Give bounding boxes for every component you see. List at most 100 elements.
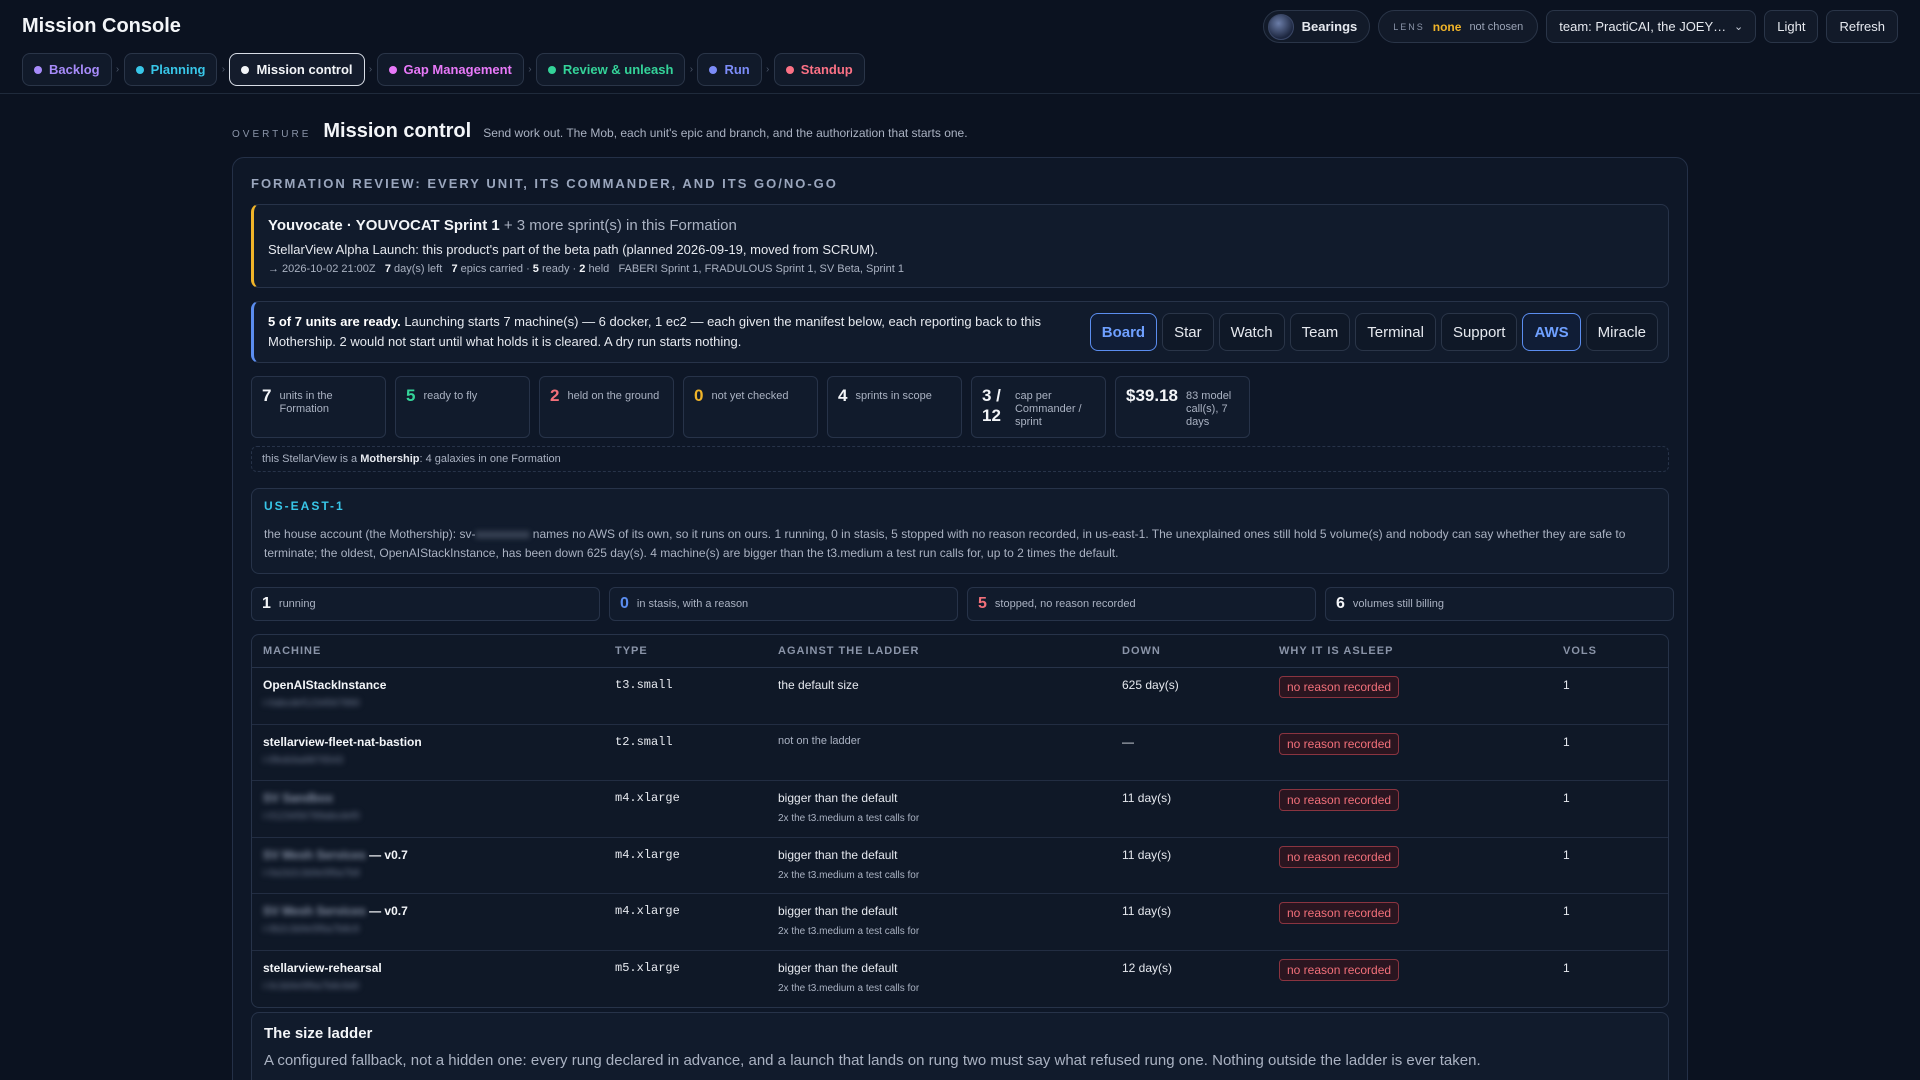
- volume-count: 1: [1563, 847, 1570, 862]
- refresh-button[interactable]: Refresh: [1826, 10, 1898, 43]
- stat-card: 4 sprints in scope: [827, 376, 962, 438]
- table-row[interactable]: SV Sandbox i-0123456789abcdef0 m4.xlarge bi…: [252, 781, 1668, 838]
- machine-id: i-0abcdef1234567890: [263, 698, 360, 709]
- table-row[interactable]: stellarview-fleet-nat-bastion i-0fedcba98…: [252, 725, 1668, 781]
- redacted-account: xxxxxxxxx: [475, 527, 530, 541]
- tab-separator-icon: ›: [528, 64, 532, 75]
- bearings-button[interactable]: Bearings: [1262, 10, 1371, 43]
- sprint-meta: → 2026-10-02 21:00Z 7 day(s) left 7 epic…: [268, 263, 1654, 275]
- galaxy-chip-miracle[interactable]: Miracle: [1585, 313, 1658, 351]
- galaxy-chip-support[interactable]: Support: [1440, 313, 1518, 351]
- why-cell: no reason recorded: [1279, 845, 1563, 894]
- team-select[interactable]: team: PractiCAI, the JOEY… ⌄: [1546, 10, 1757, 43]
- galaxy-chip-board[interactable]: Board: [1089, 313, 1158, 351]
- galaxy-chip-terminal[interactable]: Terminal: [1355, 313, 1436, 351]
- stat-value: 3 / 12: [982, 386, 1001, 425]
- ladder-status: bigger than the default: [778, 904, 898, 918]
- status-badge: no reason recorded: [1279, 958, 1400, 981]
- down-cell: 625 day(s): [1122, 678, 1279, 724]
- machine-type: m4.xlarge: [615, 904, 680, 918]
- ladder-cell: the default size: [778, 678, 1122, 724]
- table-header: MACHINE TYPE AGAINST THE LADDER DOWN WHY…: [252, 635, 1668, 668]
- down-duration: 12 day(s): [1122, 960, 1173, 975]
- ladder-cell: not on the ladder: [778, 735, 1122, 781]
- down-cell: 11 day(s): [1122, 791, 1279, 837]
- avatar-icon: [1267, 13, 1294, 40]
- count-value: 0: [620, 595, 629, 612]
- stat-card: $39.18 83 model call(s), 7 days: [1115, 376, 1250, 438]
- machine-type: t2.small: [615, 734, 673, 749]
- galaxy-chip-watch[interactable]: Watch: [1218, 313, 1285, 351]
- machine-version: — v0.7: [365, 847, 408, 862]
- vols-cell: 1: [1563, 678, 1663, 724]
- table-row[interactable]: OpenAIStackInstance i-0abcdef1234567890 t3…: [252, 668, 1668, 725]
- col-why: WHY IT IS ASLEEP: [1279, 645, 1394, 657]
- machine-count: 1 running: [251, 587, 600, 621]
- light-mode-button[interactable]: Light: [1764, 10, 1819, 43]
- machine-name-text: stellarview-rehearsal: [263, 960, 382, 975]
- sprint-card: Youvocate · YOUVOCAT Sprint 1 + 3 more s…: [251, 204, 1669, 288]
- stat-value: 5: [406, 386, 416, 405]
- ladder-status: bigger than the default: [778, 960, 898, 975]
- stat-card: 0 not yet checked: [683, 376, 818, 438]
- stat-label: cap per Commander / sprint: [1014, 390, 1082, 428]
- ladder-note: 2x the t3.medium a test calls for: [778, 982, 920, 994]
- col-type: TYPE: [615, 645, 648, 657]
- table-row[interactable]: SV Mesh Services — v0.7 i-0b2c3d4e5f6a7b8…: [252, 894, 1668, 951]
- tab-planning[interactable]: Planning: [123, 53, 218, 86]
- col-ladder: AGAINST THE LADDER: [778, 645, 920, 657]
- lens-selector[interactable]: LENS none not chosen: [1378, 10, 1539, 43]
- machine-name: stellarview-fleet-nat-bastion: [263, 735, 615, 749]
- stat-card: 7 units in the Formation: [251, 376, 386, 438]
- machine-count: 6 volumes still billing: [1325, 587, 1674, 621]
- stat-card: 5 ready to fly: [395, 376, 530, 438]
- machine-id: i-0a1b2c3d4e5f6a7b8: [263, 867, 360, 879]
- tab-standup[interactable]: Standup: [773, 53, 865, 86]
- machine-id: i-0c3d4e5f6a7b8c9d0: [263, 980, 360, 992]
- tab-label: Standup: [800, 62, 853, 77]
- down-cell: 12 day(s): [1122, 961, 1279, 1008]
- machine-name: stellarview-rehearsal: [263, 961, 615, 975]
- volume-count: 1: [1563, 960, 1570, 975]
- machine-name: SV Sandbox: [263, 791, 615, 805]
- mothership-post: : 4 galaxies in one Formation: [419, 453, 561, 465]
- down-duration: 625 day(s): [1122, 678, 1179, 692]
- galaxy-chip-star[interactable]: Star: [1162, 313, 1214, 351]
- type-cell: t2.small: [615, 735, 778, 781]
- region-description: the house account (the Mothership): sv-x…: [264, 525, 1656, 563]
- sprint-description: StellarView Alpha Launch: this product's…: [268, 242, 878, 257]
- stat-label: 83 model call(s), 7 days: [1186, 390, 1232, 428]
- tab-gap-management[interactable]: Gap Management: [376, 53, 524, 86]
- galaxy-chip-team[interactable]: Team: [1289, 313, 1351, 351]
- lens-sub: not chosen: [1469, 20, 1524, 33]
- machine-id: i-0123456789abcdef0: [263, 811, 360, 822]
- count-label: stopped, no reason recorded: [994, 598, 1136, 610]
- vols-cell: 1: [1563, 735, 1663, 781]
- size-ladder-title: The size ladder: [264, 1025, 373, 1042]
- count-value: 6: [1336, 595, 1345, 612]
- type-cell: m5.xlarge: [615, 961, 778, 1008]
- region-card: US-EAST-1 the house account (the Mothers…: [251, 488, 1669, 574]
- down-duration: —: [1122, 734, 1134, 749]
- table-row[interactable]: SV Mesh Services — v0.7 i-0a1b2c3d4e5f6a7…: [252, 838, 1668, 894]
- volume-count: 1: [1563, 734, 1570, 749]
- type-cell: m4.xlarge: [615, 904, 778, 950]
- ladder-cell: bigger than the default 2x the t3.medium …: [778, 904, 1122, 950]
- table-row[interactable]: stellarview-rehearsal i-0c3d4e5f6a7b8c9d0…: [252, 951, 1668, 1008]
- stat-value: 2: [550, 386, 560, 405]
- tab-mission-control[interactable]: Mission control: [229, 53, 365, 86]
- tab-label: Review & unleash: [562, 62, 674, 77]
- table-body: OpenAIStackInstance i-0abcdef1234567890 t3…: [252, 668, 1668, 1007]
- ready-label: ready ·: [538, 263, 580, 275]
- stat-value: $39.18: [1126, 386, 1178, 405]
- bearings-label: Bearings: [1301, 19, 1358, 34]
- mothership-note: this StellarView is a Mothership: 4 gala…: [251, 446, 1669, 472]
- galaxy-chip-aws[interactable]: AWS: [1522, 313, 1581, 351]
- machine-cell: SV Sandbox i-0123456789abcdef0: [252, 791, 615, 837]
- status-dot-icon: [241, 65, 250, 74]
- tab-backlog[interactable]: Backlog: [22, 53, 112, 86]
- status-dot-icon: [135, 65, 144, 74]
- tab-review-unleash[interactable]: Review & unleash: [535, 53, 686, 86]
- top-bar: Mission Console Bearings LENS none not c…: [0, 0, 1920, 94]
- tab-run[interactable]: Run: [697, 53, 762, 86]
